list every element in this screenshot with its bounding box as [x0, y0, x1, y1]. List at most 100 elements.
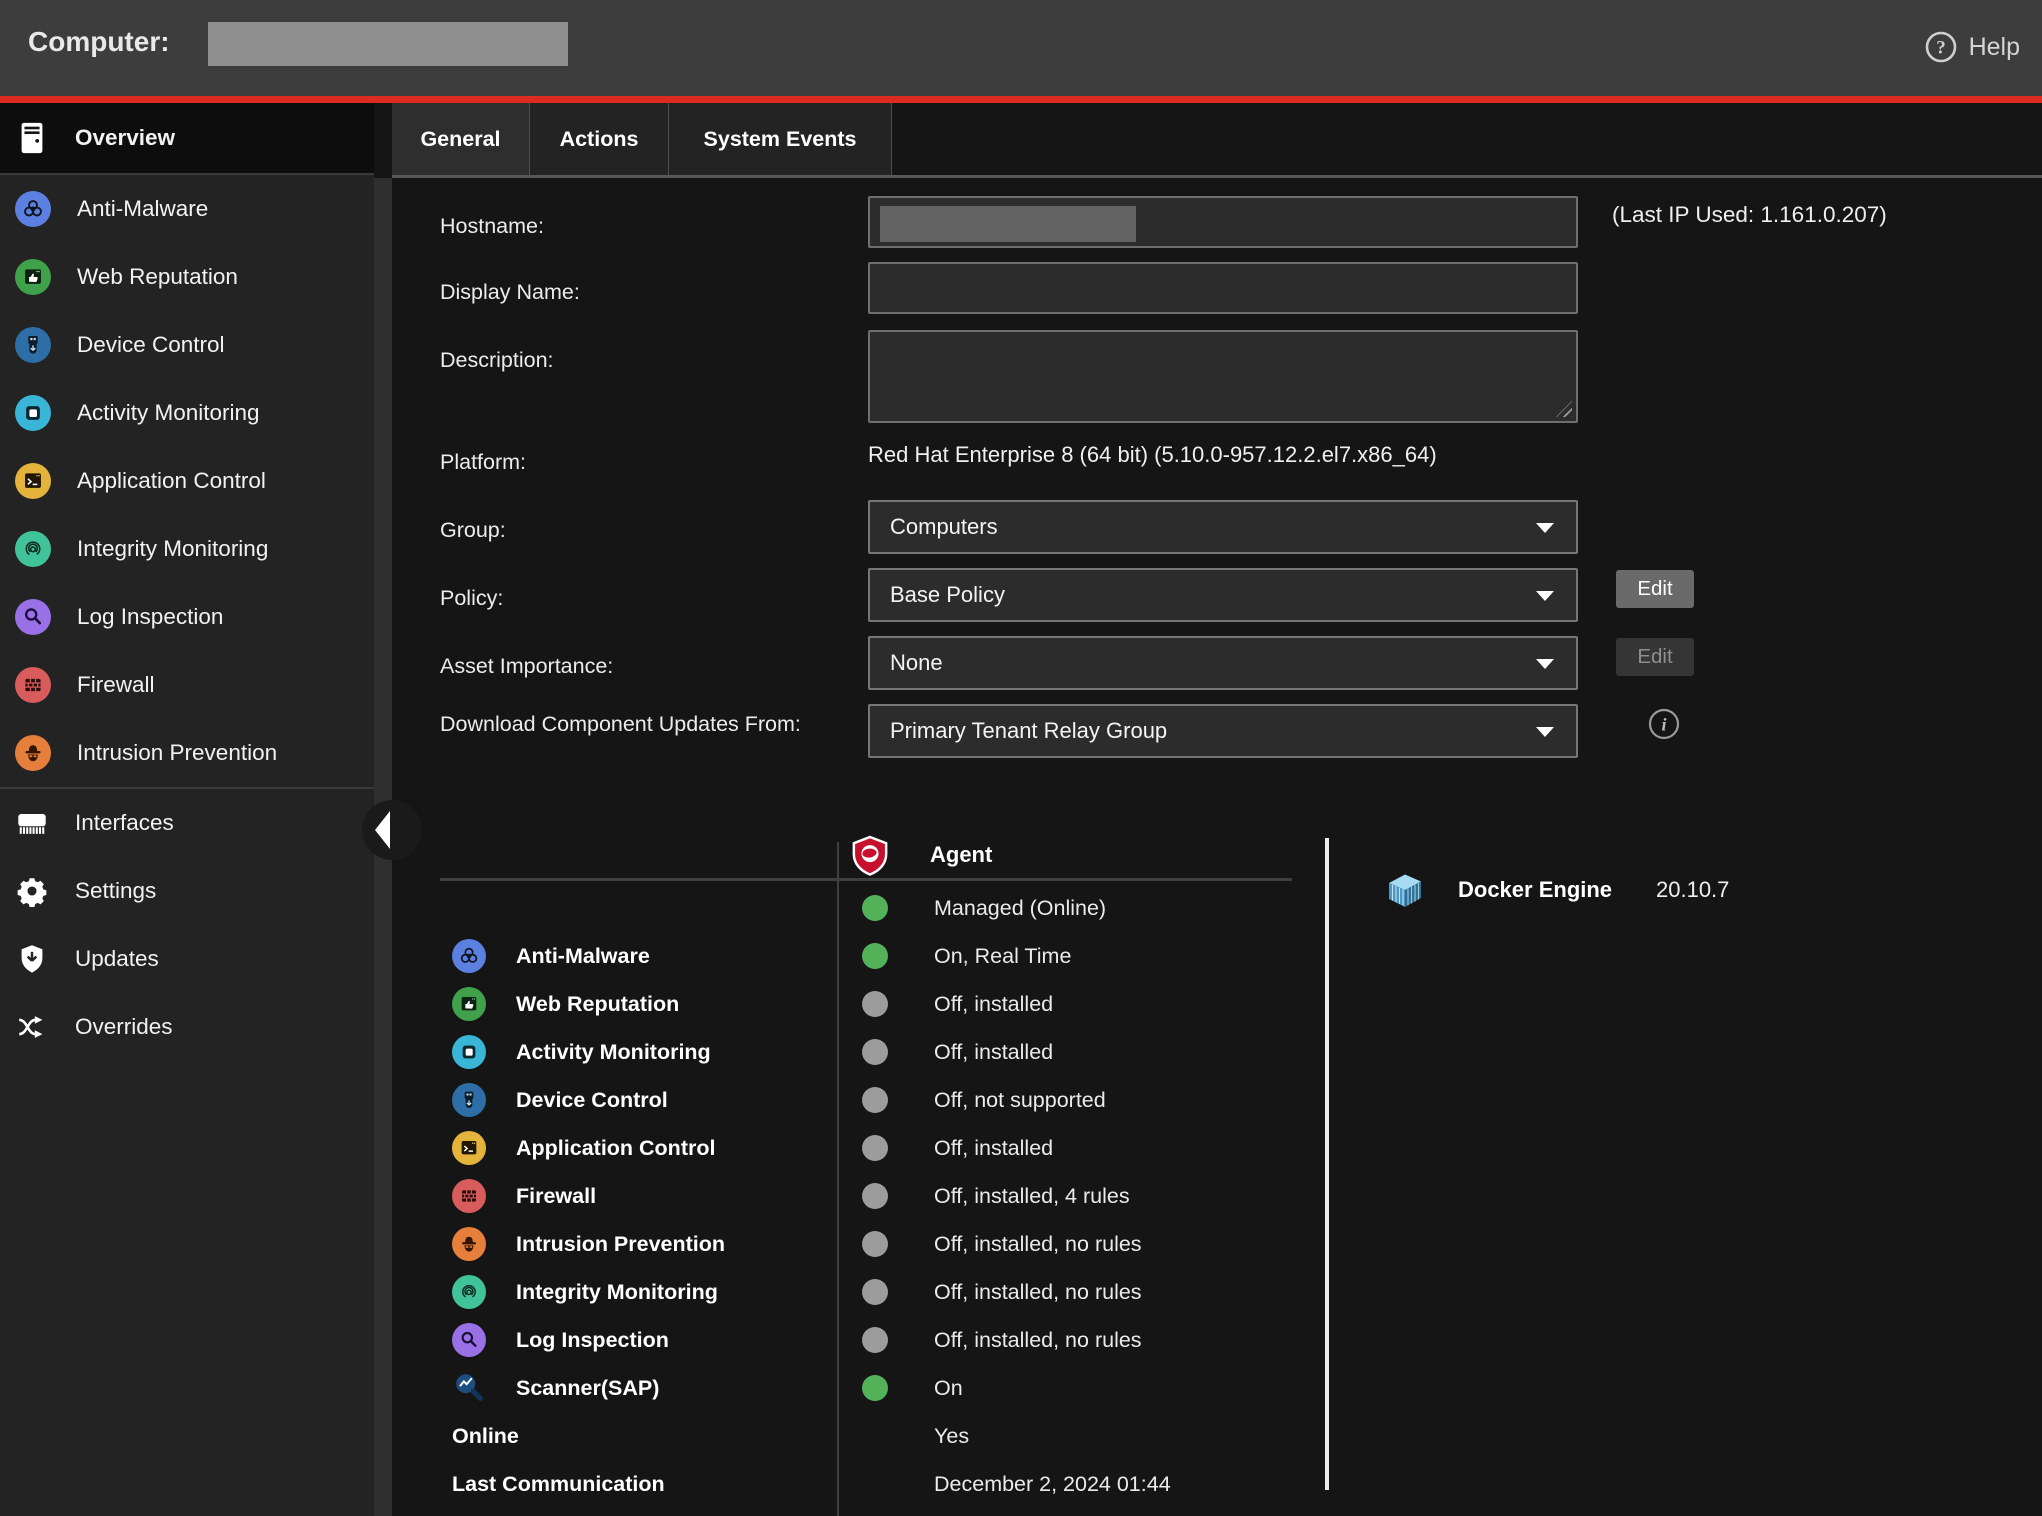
tab-actions[interactable]: Actions	[530, 103, 669, 175]
firewall-icon	[452, 1179, 486, 1213]
sidebar-item-integrity-monitoring[interactable]: Integrity Monitoring	[0, 515, 374, 583]
group-label: Group:	[440, 508, 852, 552]
anti-malware-icon	[15, 191, 51, 227]
module-cell: Activity Monitoring	[440, 1035, 837, 1069]
module-cell: Device Control	[440, 1083, 837, 1117]
help-icon: ?	[1923, 29, 1959, 65]
display-name-input[interactable]	[868, 262, 1578, 314]
status-dot-gray	[862, 1039, 888, 1065]
status-table-row: Last Communication December 2, 2024 01:44	[440, 1460, 1292, 1508]
module-cell: Web Reputation	[440, 987, 837, 1021]
application-control-icon	[15, 463, 51, 499]
sidebar-item-intrusion-prevention[interactable]: Intrusion Prevention	[0, 719, 374, 787]
description-textarea[interactable]	[868, 330, 1578, 423]
status-dot-green	[862, 1375, 888, 1401]
firewall-icon	[15, 667, 51, 703]
svg-text:?: ?	[1936, 38, 1946, 59]
tab-general[interactable]: General	[392, 103, 530, 175]
status-table-header-line	[440, 878, 1292, 881]
scanner-sap-icon	[452, 1371, 486, 1405]
asset-importance-dropdown[interactable]: None	[868, 636, 1578, 690]
status-text: Off, installed	[934, 1136, 1053, 1161]
module-cell: Integrity Monitoring	[440, 1275, 837, 1309]
platform-label: Platform:	[440, 440, 852, 484]
display-name-label: Display Name:	[440, 270, 852, 314]
status-table-row: Log InspectionOff, installed, no rules	[440, 1316, 1292, 1364]
agent-status-cell: Off, installed	[837, 1135, 1292, 1161]
download-updates-value: Primary Tenant Relay Group	[890, 718, 1167, 744]
module-cell: Online	[440, 1424, 837, 1449]
status-table: Managed (Online)Anti-MalwareOn, Real Tim…	[440, 884, 1292, 1508]
status-table-row: Integrity Monitoring Off, installed, no r…	[440, 1268, 1292, 1316]
status-table-row: Device Control Off, not supported	[440, 1076, 1292, 1124]
status-text: Off, installed, no rules	[934, 1232, 1142, 1257]
sidebar-item-application-control[interactable]: Application Control	[0, 447, 374, 515]
sidebar-item-label: Application Control	[77, 468, 266, 494]
download-updates-dropdown[interactable]: Primary Tenant Relay Group	[868, 704, 1578, 758]
agent-status-cell: On, Real Time	[837, 943, 1292, 969]
status-table-row: Activity MonitoringOff, installed	[440, 1028, 1292, 1076]
module-label: Application Control	[516, 1136, 715, 1161]
module-label: Scanner(SAP)	[516, 1376, 659, 1401]
info-icon[interactable]: i	[1646, 706, 1682, 742]
docker-container-icon	[1382, 868, 1426, 912]
module-cell: Last Communication	[440, 1472, 837, 1497]
overrides-icon	[15, 1010, 49, 1044]
module-cell: Scanner(SAP)	[440, 1371, 837, 1405]
collapse-arrow-icon	[375, 811, 390, 849]
sidebar-item-label: Firewall	[77, 672, 155, 698]
module-label: Integrity Monitoring	[516, 1280, 718, 1305]
status-table-row: OnlineYes	[440, 1412, 1292, 1460]
sidebar-item-settings[interactable]: Settings	[0, 857, 374, 925]
module-label: Firewall	[516, 1184, 596, 1209]
sidebar-item-anti-malware[interactable]: Anti-Malware	[0, 175, 374, 243]
status-text: December 2, 2024 01:44	[934, 1472, 1171, 1497]
sidebar-collapse-button[interactable]	[362, 800, 422, 860]
status-text: On, Real Time	[934, 944, 1071, 969]
sidebar-item-updates[interactable]: Updates	[0, 925, 374, 993]
tab-system-events[interactable]: System Events	[669, 103, 892, 175]
sidebar-item-label: Web Reputation	[77, 264, 238, 290]
docker-engine-version: 20.10.7	[1656, 877, 1729, 903]
help-button[interactable]: ? Help	[1923, 29, 2020, 65]
policy-edit-button[interactable]: Edit	[1616, 570, 1694, 608]
sidebar-item-device-control[interactable]: Device Control	[0, 311, 374, 379]
agent-status-cell: Yes	[837, 1423, 1292, 1449]
policy-dropdown[interactable]: Base Policy	[868, 568, 1578, 622]
module-cell: Intrusion Prevention	[440, 1227, 837, 1261]
group-dropdown[interactable]: Computers	[868, 500, 1578, 554]
status-text: Off, installed, 4 rules	[934, 1184, 1130, 1209]
agent-status-cell: Off, installed, no rules	[837, 1231, 1292, 1257]
sidebar-item-interfaces[interactable]: Interfaces	[0, 789, 374, 857]
integrity-monitoring-icon	[452, 1275, 486, 1309]
agent-status-cell: Off, not supported	[837, 1087, 1292, 1113]
sidebar-item-activity-monitoring[interactable]: Activity Monitoring	[0, 379, 374, 447]
sidebar-item-overview[interactable]: Overview	[0, 103, 374, 173]
platform-value: Red Hat Enterprise 8 (64 bit) (5.10.0-95…	[868, 442, 1437, 468]
help-label: Help	[1969, 33, 2020, 62]
tab-label: General	[420, 127, 500, 152]
hostname-label: Hostname:	[440, 204, 852, 248]
status-text: Off, not supported	[934, 1088, 1106, 1113]
application-control-icon	[452, 1131, 486, 1165]
module-cell: Application Control	[440, 1131, 837, 1165]
chevron-down-icon	[1536, 659, 1554, 669]
docker-section-divider	[1325, 838, 1329, 1490]
group-value: Computers	[890, 514, 998, 540]
status-text: Off, installed, no rules	[934, 1280, 1142, 1305]
agent-column-header: Agent	[930, 842, 992, 868]
status-dot-gray	[862, 991, 888, 1017]
sidebar-item-web-reputation[interactable]: Web Reputation	[0, 243, 374, 311]
status-table-row: Managed (Online)	[440, 884, 1292, 932]
sidebar-item-label: Log Inspection	[77, 604, 223, 630]
interfaces-icon	[15, 806, 49, 840]
sidebar-item-firewall[interactable]: Firewall	[0, 651, 374, 719]
sidebar-item-overrides[interactable]: Overrides	[0, 993, 374, 1061]
sidebar-item-label: Intrusion Prevention	[77, 740, 277, 766]
computer-name-redacted	[208, 22, 568, 66]
sidebar-item-log-inspection[interactable]: Log Inspection	[0, 583, 374, 651]
agent-status-cell: Off, installed, no rules	[837, 1279, 1292, 1305]
overview-icon	[15, 121, 49, 155]
module-label: Intrusion Prevention	[516, 1232, 725, 1257]
status-table-row: Intrusion Prevention Off, installed, no r…	[440, 1220, 1292, 1268]
